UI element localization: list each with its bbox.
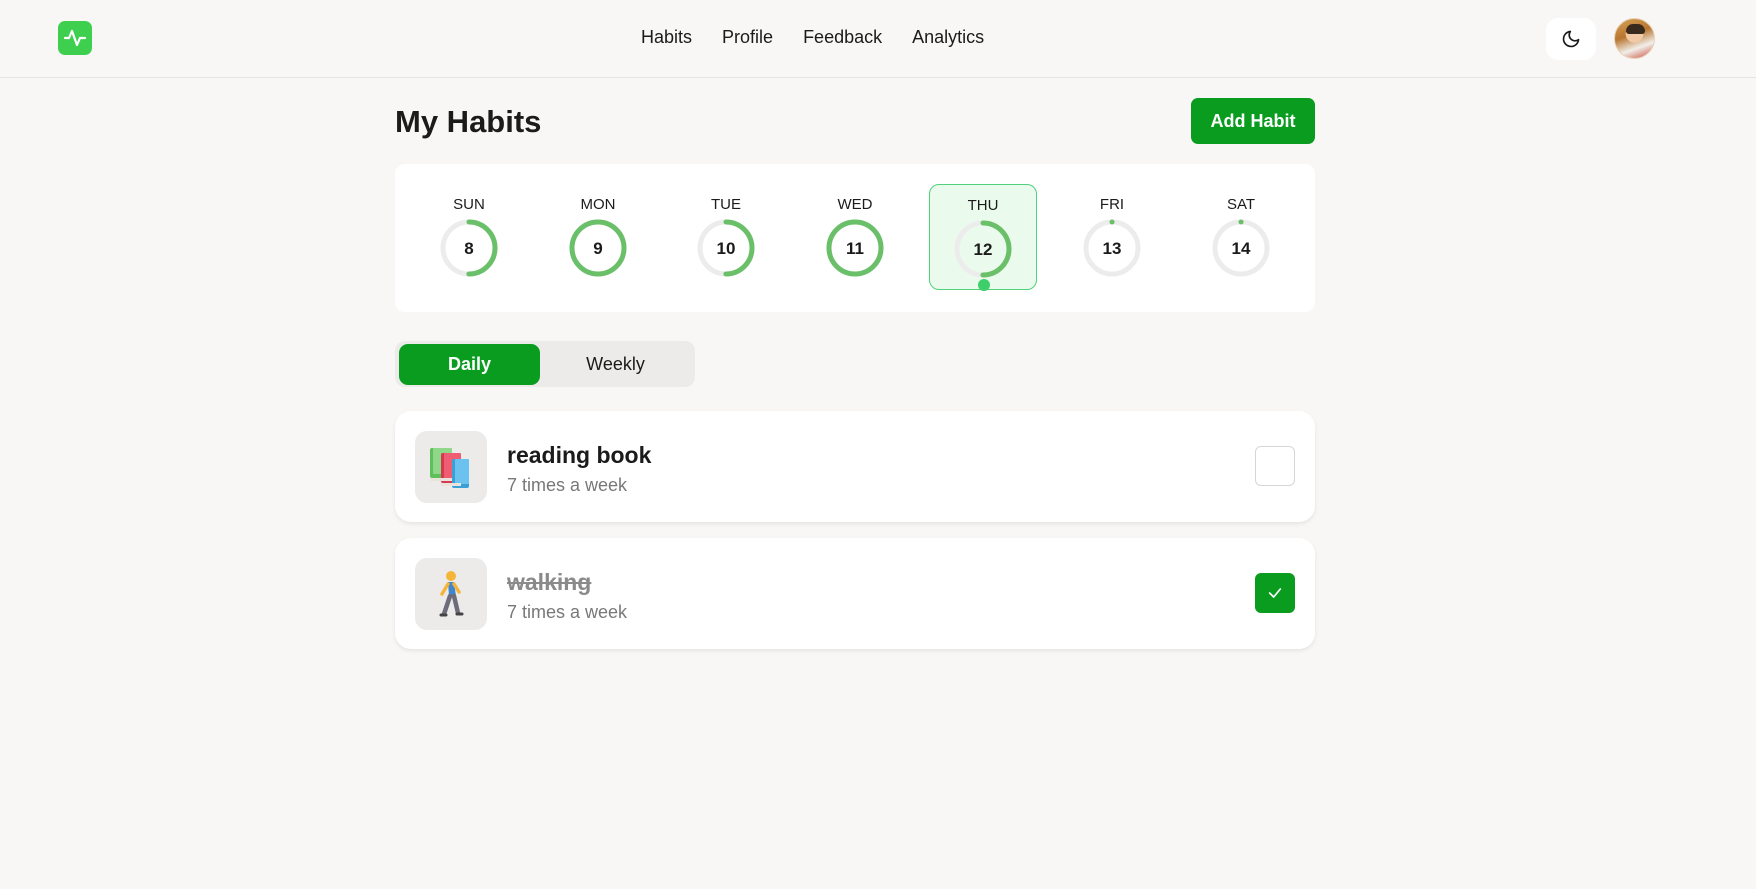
habit-frequency: 7 times a week	[507, 602, 628, 622]
day-label: MON	[580, 196, 616, 213]
habit-complete-checkbox[interactable]	[1255, 573, 1295, 613]
today-indicator-dot	[978, 279, 990, 291]
day-progress-ring: 11	[826, 219, 884, 277]
nav-link-feedback[interactable]: Feedback	[803, 27, 882, 48]
person-walking-icon	[415, 558, 487, 630]
books-icon	[415, 431, 487, 503]
habit-card[interactable]: reading book 7 times a week	[395, 411, 1315, 522]
week-calendar: SUN 8 MON 9 TUE 10 WED 11 THU 12 FRI 13 …	[395, 164, 1315, 312]
day-label: FRI	[1099, 196, 1125, 213]
habit-complete-checkbox[interactable]	[1255, 446, 1295, 486]
day-date: 11	[846, 239, 864, 258]
add-habit-button[interactable]: Add Habit	[1191, 98, 1315, 144]
day-wed[interactable]: WED 11	[801, 184, 909, 290]
day-label: SAT	[1226, 196, 1256, 213]
day-label: TUE	[711, 196, 741, 213]
nav-link-habits[interactable]: Habits	[641, 27, 692, 48]
day-label: THU	[967, 197, 999, 214]
habit-name: walking	[507, 569, 592, 595]
nav-link-analytics[interactable]: Analytics	[912, 27, 984, 48]
activity-pulse-icon[interactable]	[58, 21, 92, 55]
frequency-toggle: Daily Weekly	[395, 341, 695, 387]
day-thu[interactable]: THU 12	[929, 184, 1037, 291]
day-progress-ring: 13	[1083, 219, 1141, 277]
day-mon[interactable]: MON 9	[544, 184, 652, 290]
main-nav: Habits Profile Feedback Analytics	[641, 27, 984, 48]
day-sat[interactable]: SAT 14	[1187, 184, 1295, 290]
theme-toggle-button[interactable]	[1546, 18, 1596, 60]
day-progress-ring: 9	[569, 219, 627, 277]
tab-weekly[interactable]: Weekly	[545, 344, 686, 385]
day-date: 13	[1103, 239, 1122, 258]
moon-icon	[1562, 30, 1580, 48]
habit-name: reading book	[507, 442, 652, 468]
day-date: 10	[717, 239, 736, 258]
day-progress-ring: 10	[697, 219, 755, 277]
checkmark-icon	[1268, 588, 1282, 598]
day-date: 8	[464, 239, 473, 258]
day-date: 9	[593, 239, 602, 258]
day-tue[interactable]: TUE 10	[672, 184, 780, 290]
top-navbar: Habits Profile Feedback Analytics	[0, 0, 1756, 78]
habit-frequency: 7 times a week	[507, 475, 628, 495]
day-date: 14	[1232, 239, 1251, 258]
habit-card[interactable]: walking 7 times a week	[395, 538, 1315, 649]
day-fri[interactable]: FRI 13	[1058, 184, 1166, 290]
nav-link-profile[interactable]: Profile	[722, 27, 773, 48]
day-date: 12	[974, 240, 993, 259]
day-label: WED	[837, 196, 873, 213]
day-sun[interactable]: SUN 8	[415, 184, 523, 290]
day-progress-ring: 14	[1212, 219, 1270, 277]
tab-daily[interactable]: Daily	[399, 344, 540, 385]
day-label: SUN	[453, 196, 485, 213]
page-title: My Habits	[395, 104, 542, 139]
day-progress-ring: 8	[440, 219, 498, 277]
day-progress-ring: 12	[954, 220, 1012, 278]
avatar[interactable]	[1614, 18, 1655, 59]
